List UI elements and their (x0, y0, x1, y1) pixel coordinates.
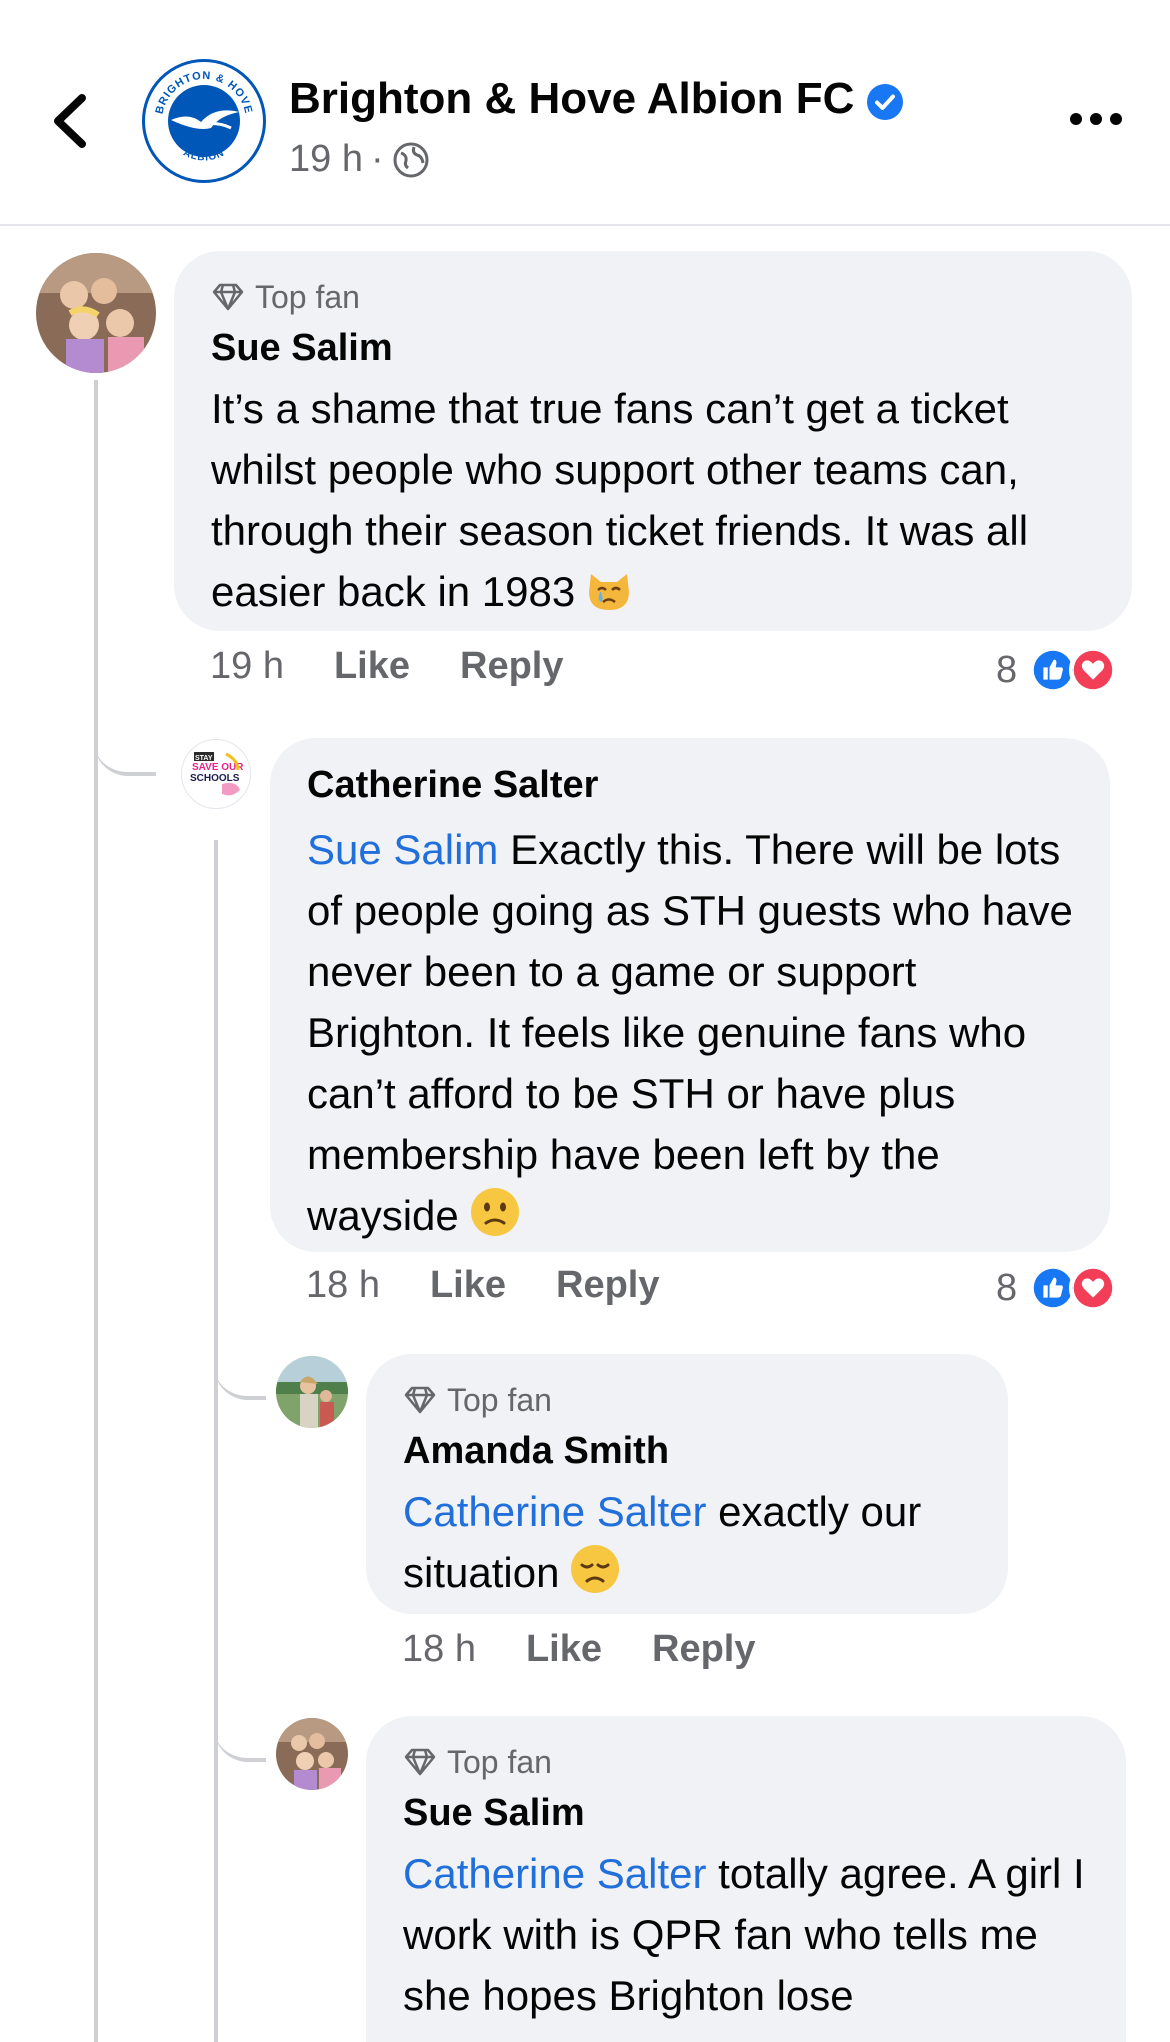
avatar-photo (276, 1718, 348, 1790)
thread-curve-reply-2 (214, 1330, 266, 1400)
back-button[interactable] (44, 86, 96, 156)
comment-actions: 19 h Like Reply (210, 645, 614, 688)
comment-text: It’s a shame that true fans can’t get a … (211, 378, 1096, 630)
comment-actions: 18 h Like Reply (306, 1264, 710, 1307)
avatar-photo (276, 1356, 348, 1428)
comment-text: Catherine Salter totally agree. A girl I… (403, 1843, 1090, 2026)
like-button[interactable]: Like (526, 1628, 602, 1671)
svg-text:STAY UP!: STAY UP! (195, 755, 226, 762)
mention-link[interactable]: Catherine Salter (403, 1850, 707, 1897)
diamond-icon (404, 1748, 436, 1776)
comments-page: BRIGHTON & HOVE ALBION Brighton & Hove A… (0, 0, 1170, 2042)
post-header: BRIGHTON & HOVE ALBION Brighton & Hove A… (0, 0, 1170, 226)
globe-icon (393, 142, 429, 177)
comment-text: Sue Salim Exactly this. There will be lo… (307, 819, 1074, 1254)
love-reaction-icon (1069, 1264, 1118, 1312)
thread-curve-reply-1 (94, 700, 156, 776)
comment-body: Exactly this. There will be lots of peop… (307, 826, 1073, 1239)
svg-text:SCHOOLS: SCHOOLS (190, 773, 240, 784)
chevron-left-icon (54, 94, 86, 148)
comment-time[interactable]: 18 h (402, 1628, 476, 1671)
comment-author[interactable]: Amanda Smith (403, 1430, 972, 1473)
meta-separator: · (370, 138, 384, 180)
post-time[interactable]: 19 h (289, 138, 363, 181)
top-fan-badge: Top fan (403, 1742, 1090, 1782)
comment-time[interactable]: 18 h (306, 1264, 380, 1307)
thread-line-main (94, 380, 98, 2042)
comment-text: Catherine Salter exactly our situation (403, 1481, 972, 1611)
badge-label: Top fan (447, 1381, 552, 1418)
post-meta: 19 h · (289, 138, 430, 181)
disappointed-emoji (569, 1543, 621, 1611)
mention-link[interactable]: Sue Salim (307, 826, 498, 873)
brighton-seagull-logo: BRIGHTON & HOVE ALBION (147, 64, 261, 178)
like-button[interactable]: Like (334, 645, 410, 688)
like-button[interactable]: Like (430, 1264, 506, 1307)
comment-time[interactable]: 19 h (210, 645, 284, 688)
reply-button[interactable]: Reply (556, 1264, 659, 1307)
more-dots-icon (1070, 113, 1122, 125)
thread-line-nested (214, 840, 218, 2042)
comment-author[interactable]: Sue Salim (403, 1792, 1090, 1835)
reactions-summary[interactable]: 8 (996, 646, 1118, 694)
comment-bubble: Top fan Amanda Smith Catherine Salter ex… (366, 1354, 1008, 1614)
save-our-schools-avatar: STAY UP! SAVE OUR SCHOOLS (183, 741, 249, 807)
badge-label: Top fan (255, 278, 360, 315)
reactions-summary[interactable]: 8 (996, 1264, 1118, 1312)
badge-label: Top fan (447, 1743, 552, 1780)
page-logo-avatar[interactable]: BRIGHTON & HOVE ALBION (142, 59, 266, 183)
top-fan-badge: Top fan (403, 1380, 972, 1420)
avatar-sue-salim[interactable] (36, 253, 156, 373)
avatar-amanda-smith[interactable] (276, 1356, 348, 1428)
diamond-icon (212, 283, 244, 311)
avatar-photo (36, 253, 156, 373)
diamond-icon (404, 1386, 436, 1414)
reaction-count: 8 (996, 648, 1018, 691)
comment-author[interactable]: Catherine Salter (307, 764, 1074, 807)
verified-badge-icon (867, 84, 903, 120)
reply-button[interactable]: Reply (652, 1628, 755, 1671)
page-name[interactable]: Brighton & Hove Albion FC (289, 74, 854, 124)
thread-curve-reply-3 (214, 1692, 266, 1762)
reaction-count: 8 (996, 1266, 1018, 1309)
comment-bubble: Catherine Salter Sue Salim Exactly this.… (270, 738, 1110, 1252)
crying-cat-emoji (585, 566, 633, 630)
mention-link[interactable]: Catherine Salter (403, 1488, 707, 1535)
comment-bubble: Top fan Sue Salim It’s a shame that true… (174, 251, 1132, 631)
slightly-frowning-emoji (469, 1186, 521, 1254)
love-reaction-icon (1069, 646, 1118, 694)
avatar-catherine-salter[interactable]: STAY UP! SAVE OUR SCHOOLS (181, 739, 251, 809)
comment-actions: 18 h Like Reply (402, 1628, 806, 1671)
top-fan-badge: Top fan (211, 277, 1096, 317)
more-options-button[interactable] (1066, 104, 1126, 134)
comment-author[interactable]: Sue Salim (211, 327, 1096, 370)
comment-bubble: Top fan Sue Salim Catherine Salter total… (366, 1716, 1126, 2042)
reply-button[interactable]: Reply (460, 645, 563, 688)
avatar-sue-salim[interactable] (276, 1718, 348, 1790)
